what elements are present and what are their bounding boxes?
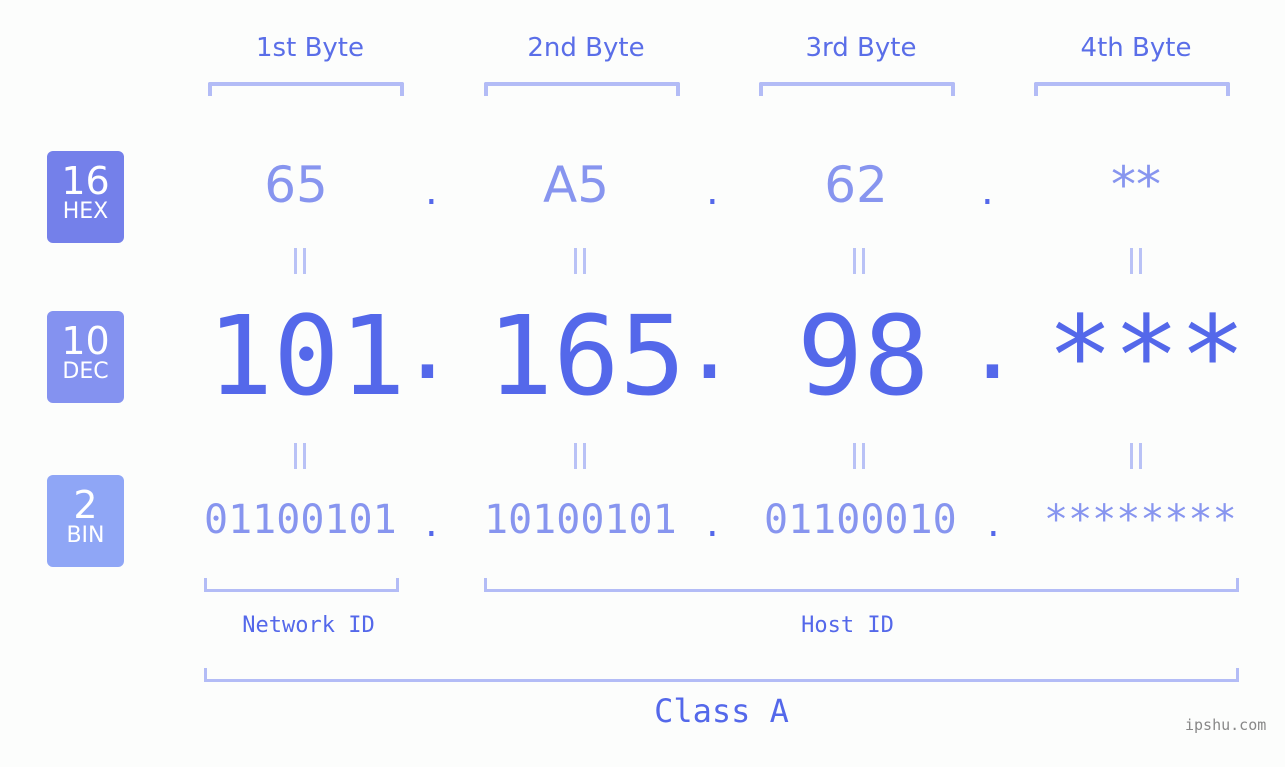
bin-dot-2: . bbox=[706, 500, 719, 546]
hex-byte-4: ** bbox=[1111, 156, 1161, 214]
bin-dot-3: . bbox=[987, 500, 1000, 546]
byte-3-bracket bbox=[759, 82, 955, 96]
dec-dot-2: . bbox=[692, 276, 727, 404]
hex-dot-2: . bbox=[706, 168, 719, 214]
dec-name: DEC bbox=[62, 359, 109, 384]
bin-byte-1: 01100101 bbox=[204, 497, 397, 543]
bin-byte-4: ******** bbox=[1044, 497, 1237, 543]
hex-dot-3: . bbox=[981, 168, 994, 214]
dec-byte-4: *** bbox=[1047, 292, 1246, 420]
byte-1-bracket bbox=[208, 82, 404, 96]
bin-byte-3: 01100010 bbox=[764, 497, 957, 543]
hex-byte-3: 62 bbox=[824, 156, 888, 214]
host-id-label: Host ID bbox=[801, 613, 894, 638]
hex-byte-1: 65 bbox=[264, 156, 328, 214]
class-label: Class A bbox=[654, 692, 789, 730]
equals-icon bbox=[853, 443, 865, 469]
equals-icon bbox=[294, 248, 306, 274]
byte-4-label: 4th Byte bbox=[1080, 33, 1192, 63]
watermark: ipshu.com bbox=[1185, 716, 1267, 734]
network-id-label: Network ID bbox=[242, 613, 375, 638]
equals-icon bbox=[853, 248, 865, 274]
bin-badge: 2 BIN bbox=[47, 475, 124, 567]
byte-3-label: 3rd Byte bbox=[805, 33, 917, 63]
bin-name: BIN bbox=[66, 523, 105, 548]
bin-base: 2 bbox=[73, 483, 98, 527]
class-bracket bbox=[204, 668, 1239, 682]
bin-dot-1: . bbox=[425, 500, 438, 546]
hex-dot-1: . bbox=[425, 168, 438, 214]
hex-base: 16 bbox=[61, 159, 110, 203]
dec-byte-1: 101 bbox=[207, 292, 406, 420]
dec-badge: 10 DEC bbox=[47, 311, 124, 403]
bin-byte-2: 10100101 bbox=[484, 497, 677, 543]
byte-2-bracket bbox=[484, 82, 680, 96]
byte-2-label: 2nd Byte bbox=[527, 33, 645, 63]
dec-base: 10 bbox=[61, 319, 110, 363]
network-id-bracket bbox=[204, 578, 399, 592]
equals-icon bbox=[1130, 248, 1142, 274]
equals-icon bbox=[1130, 443, 1142, 469]
byte-4-bracket bbox=[1034, 82, 1230, 96]
hex-byte-2: A5 bbox=[542, 156, 609, 214]
hex-name: HEX bbox=[62, 199, 109, 224]
dec-byte-3: 98 bbox=[797, 292, 930, 420]
host-id-bracket bbox=[484, 578, 1239, 592]
dec-dot-3: . bbox=[975, 276, 1010, 404]
dec-byte-2: 165 bbox=[487, 292, 686, 420]
byte-1-label: 1st Byte bbox=[256, 33, 364, 63]
dec-dot-1: . bbox=[410, 276, 445, 404]
hex-badge: 16 HEX bbox=[47, 151, 124, 243]
equals-icon bbox=[574, 443, 586, 469]
equals-icon bbox=[574, 248, 586, 274]
equals-icon bbox=[294, 443, 306, 469]
